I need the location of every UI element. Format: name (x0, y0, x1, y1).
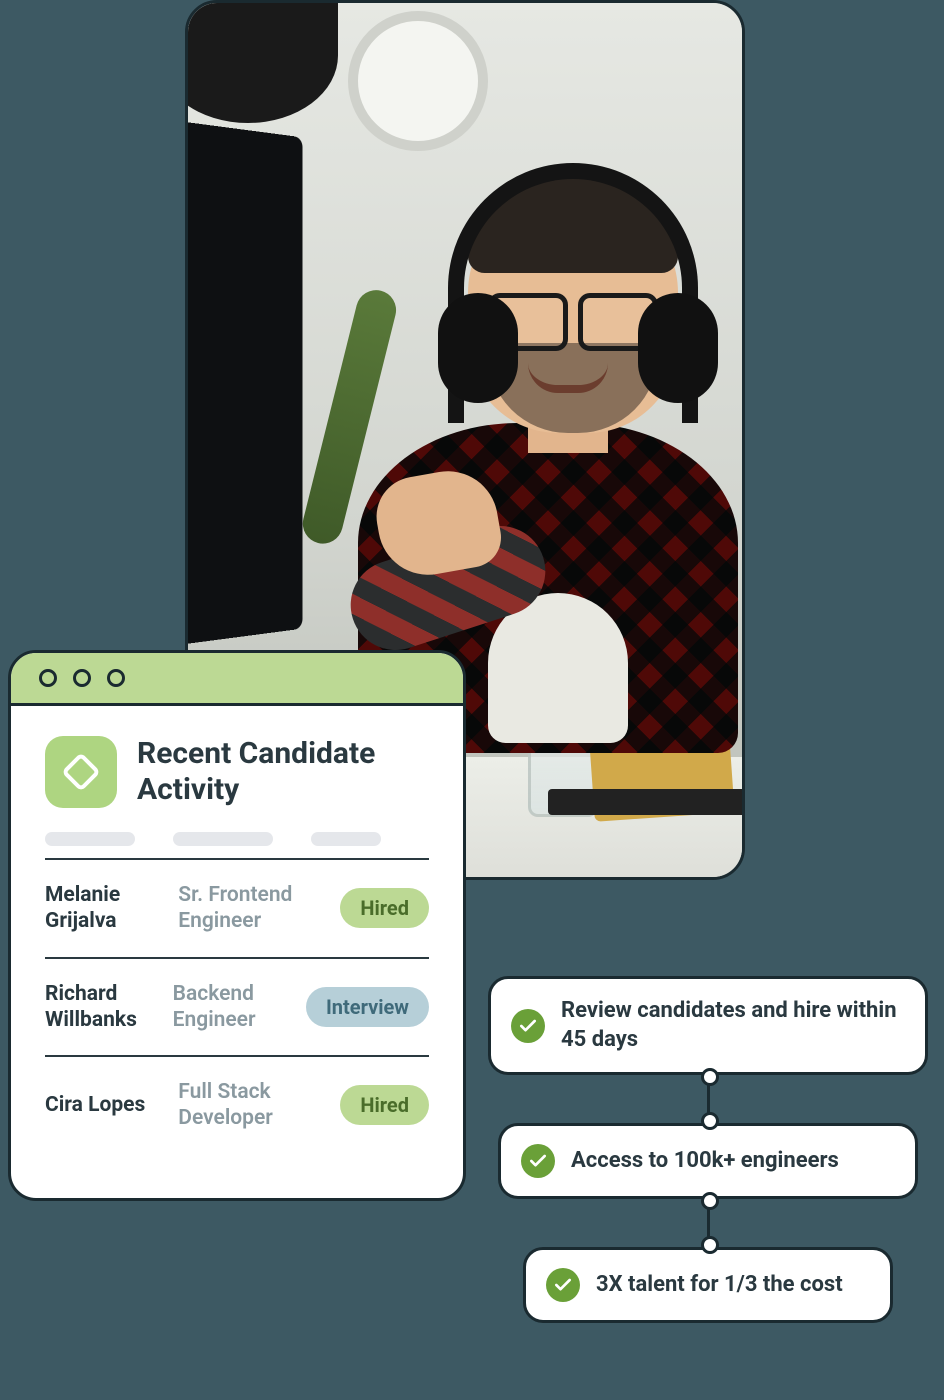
candidate-name: Richard Willbanks (45, 981, 163, 1034)
candidate-role: Full Stack Developer (178, 1079, 307, 1132)
keyboard-icon (548, 789, 745, 815)
check-circle-icon (521, 1144, 555, 1178)
feature-item: Review candidates and hire within 45 day… (488, 976, 928, 1075)
feature-item: 3X talent for 1/3 the cost (523, 1247, 893, 1323)
connector-line-icon (707, 1075, 710, 1123)
table-row: Cira Lopes Full Stack Developer Hired (45, 1055, 429, 1154)
feature-item: Access to 100k+ engineers (498, 1123, 918, 1199)
status-badge: Interview (306, 987, 429, 1027)
activity-title: Recent Candidate Activity (137, 736, 429, 808)
status-badge: Hired (340, 888, 429, 928)
candidate-role: Sr. Frontend Engineer (178, 882, 307, 935)
monitor-icon (185, 107, 302, 659)
column-placeholders (45, 832, 429, 846)
status-badge: Hired (340, 1085, 429, 1125)
check-circle-icon (511, 1009, 545, 1043)
activity-diamond-icon (45, 736, 117, 808)
check-circle-icon (546, 1268, 580, 1302)
feature-text: Review candidates and hire within 45 day… (561, 997, 897, 1054)
window-chrome (11, 653, 463, 706)
wall-clock-icon (348, 11, 488, 151)
window-dot-icon (73, 669, 91, 687)
connector-line-icon (707, 1199, 710, 1247)
feature-text: Access to 100k+ engineers (571, 1147, 839, 1176)
table-row: Richard Willbanks Backend Engineer Inter… (45, 957, 429, 1056)
feature-text: 3X talent for 1/3 the cost (596, 1271, 843, 1300)
activity-table: Melanie Grijalva Sr. Frontend Engineer H… (45, 858, 429, 1154)
table-row: Melanie Grijalva Sr. Frontend Engineer H… (45, 858, 429, 957)
candidate-name: Melanie Grijalva (45, 882, 168, 935)
window-dot-icon (107, 669, 125, 687)
window-dot-icon (39, 669, 57, 687)
feature-list: Review candidates and hire within 45 day… (478, 976, 938, 1323)
recent-activity-card: Recent Candidate Activity Melanie Grijal… (8, 650, 466, 1201)
candidate-name: Cira Lopes (45, 1092, 168, 1118)
candidate-role: Backend Engineer (173, 981, 296, 1034)
